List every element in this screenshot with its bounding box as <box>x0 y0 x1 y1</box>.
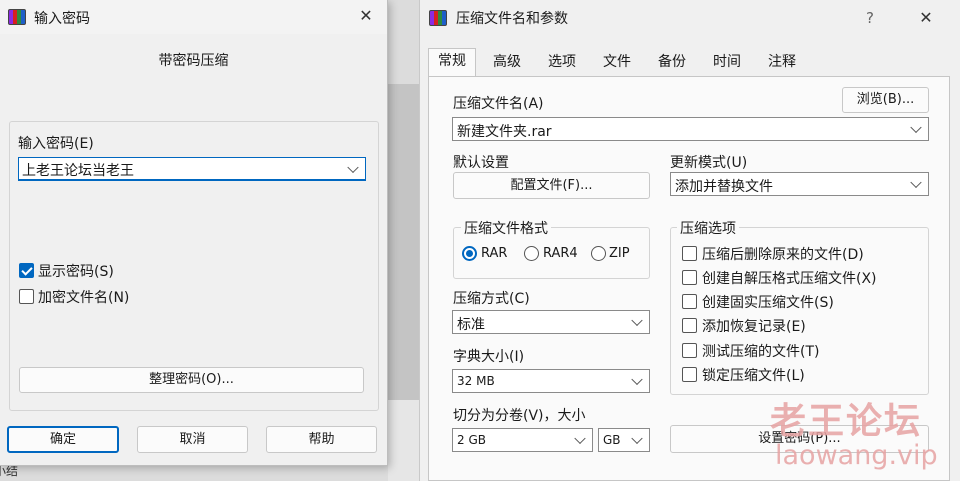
option-lock-label[interactable]: 锁定压缩文件(L) <box>702 365 805 385</box>
cancel-button[interactable]: 取消 <box>137 426 248 453</box>
method-value: 标准 <box>457 317 485 333</box>
chevron-down-icon[interactable] <box>910 121 922 134</box>
split-unit-value: GB <box>603 433 621 447</box>
chevron-down-icon[interactable] <box>910 176 922 189</box>
option-solid-label[interactable]: 创建固实压缩文件(S) <box>702 292 834 312</box>
password-input[interactable]: 上老王论坛当老王 <box>18 157 366 181</box>
winrar-app-icon <box>429 10 447 26</box>
option-sfx-checkbox[interactable] <box>682 270 697 285</box>
tab-comment[interactable]: 注释 <box>757 50 807 76</box>
close-icon[interactable]: ✕ <box>350 1 382 31</box>
profiles-label: 配置文件(F)... <box>510 178 593 193</box>
split-size-input[interactable]: 2 GB <box>452 428 593 452</box>
show-password-checkbox[interactable] <box>19 263 34 278</box>
tab-general[interactable]: 常规 <box>428 48 476 76</box>
organize-passwords-button[interactable]: 整理密码(O)... <box>19 367 364 393</box>
help-icon[interactable]: ? <box>854 3 886 33</box>
option-test-checkbox[interactable] <box>682 343 697 358</box>
encrypt-filenames-checkbox[interactable] <box>19 289 34 304</box>
split-size-value: 2 GB <box>457 433 486 447</box>
password-dialog-heading: 带密码压缩 <box>158 53 229 69</box>
split-volumes-label: 切分为分卷(V)，大小 <box>453 408 586 424</box>
update-mode-select[interactable]: 添加并替换文件 <box>670 172 929 196</box>
profiles-button[interactable]: 配置文件(F)... <box>453 172 650 199</box>
archive-name-label: 压缩文件名(A) <box>453 96 544 112</box>
cancel-label: 取消 <box>179 432 206 447</box>
chevron-down-icon[interactable] <box>631 373 643 386</box>
option-test-label[interactable]: 测试压缩的文件(T) <box>702 341 819 361</box>
chevron-down-icon[interactable] <box>631 432 643 445</box>
background-window <box>388 84 419 400</box>
ok-button[interactable]: 确定 <box>7 426 119 453</box>
dictionary-label: 字典大小(I) <box>453 349 525 365</box>
browse-button[interactable]: 浏览(B)... <box>842 87 929 113</box>
format-rar-radio[interactable] <box>462 246 477 261</box>
tab-files[interactable]: 文件 <box>592 50 642 76</box>
option-lock-checkbox[interactable] <box>682 367 697 382</box>
tab-time[interactable]: 时间 <box>702 50 752 76</box>
show-password-label[interactable]: 显示密码(S) <box>38 261 114 281</box>
option-solid-checkbox[interactable] <box>682 294 697 309</box>
format-zip-radio[interactable] <box>591 246 606 261</box>
option-recovery-checkbox[interactable] <box>682 318 697 333</box>
dictionary-value: 32 MB <box>457 374 495 388</box>
update-mode-value: 添加并替换文件 <box>675 179 773 195</box>
chevron-down-icon[interactable] <box>631 314 643 327</box>
option-delete-after-checkbox[interactable] <box>682 246 697 261</box>
option-delete-after-label[interactable]: 压缩后删除原来的文件(D) <box>702 244 864 264</box>
tab-options[interactable]: 选项 <box>537 50 587 76</box>
split-unit-select[interactable]: GB <box>598 428 650 452</box>
archive-format-label: 压缩文件格式 <box>461 218 551 238</box>
winrar-app-icon <box>8 9 26 25</box>
watermark-url: laowang.vip <box>775 440 938 471</box>
password-dialog-titlebar: 输入密码 ✕ <box>0 0 387 34</box>
browse-label: 浏览(B)... <box>856 92 915 107</box>
format-zip-label[interactable]: ZIP <box>609 246 630 261</box>
option-recovery-label[interactable]: 添加恢复记录(E) <box>702 316 806 336</box>
format-rar4-radio[interactable] <box>524 246 539 261</box>
password-label: 输入密码(E) <box>18 136 94 152</box>
method-label: 压缩方式(C) <box>453 291 530 307</box>
encrypt-filenames-label[interactable]: 加密文件名(N) <box>38 287 129 307</box>
dictionary-select[interactable]: 32 MB <box>452 369 650 393</box>
tab-backup[interactable]: 备份 <box>647 50 697 76</box>
watermark-title: 老王论坛 <box>770 401 923 442</box>
password-value: 上老王论坛当老王 <box>22 163 134 179</box>
format-rar-label[interactable]: RAR <box>481 246 507 261</box>
ok-label: 确定 <box>49 432 76 447</box>
method-select[interactable]: 标准 <box>452 310 650 334</box>
close-icon[interactable]: ✕ <box>910 3 942 33</box>
password-dialog-title: 输入密码 <box>34 11 90 27</box>
update-mode-label: 更新模式(U) <box>670 155 748 171</box>
archive-name-value: 新建文件夹.rar <box>457 124 552 140</box>
help-label: 帮助 <box>308 432 335 447</box>
archive-name-input[interactable]: 新建文件夹.rar <box>452 117 929 141</box>
chevron-down-icon[interactable] <box>347 161 359 173</box>
tab-advanced[interactable]: 高级 <box>482 50 532 76</box>
help-button[interactable]: 帮助 <box>266 426 377 453</box>
organize-passwords-label: 整理密码(O)... <box>149 372 234 387</box>
archiving-options-label: 压缩选项 <box>677 218 739 238</box>
archive-dialog-title: 压缩文件名和参数 <box>456 11 568 27</box>
format-rar4-label[interactable]: RAR4 <box>543 246 578 261</box>
option-sfx-label[interactable]: 创建自解压格式压缩文件(X) <box>702 268 877 288</box>
background-window-lower <box>388 400 419 481</box>
default-settings-label: 默认设置 <box>453 155 509 171</box>
chevron-down-icon[interactable] <box>574 432 586 445</box>
password-dialog: 输入密码 ✕ 带密码压缩 输入密码(E) 上老王论坛当老王 显示密码(S) 加密… <box>0 0 388 466</box>
